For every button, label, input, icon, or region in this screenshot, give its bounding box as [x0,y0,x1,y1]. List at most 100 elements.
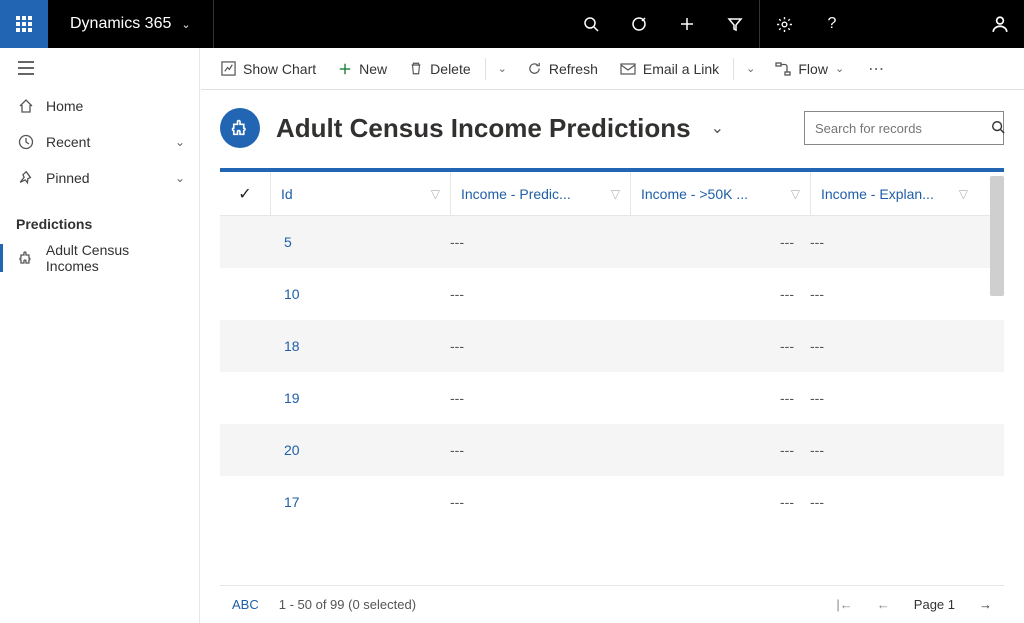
filter-button[interactable] [711,0,759,48]
nav-recent[interactable]: Recent ⌄ [0,124,199,160]
filter-icon[interactable]: ▽ [791,187,800,201]
table-row[interactable]: 17--------- [220,476,1004,528]
record-search[interactable] [804,111,1004,145]
column-header-gt50k[interactable]: Income - >50K ... ▽ [630,172,810,215]
cell-predict: --- [450,338,630,354]
app-name: Dynamics 365 [70,15,171,33]
prev-page-button[interactable]: ← [877,597,890,612]
table-row[interactable]: 19--------- [220,372,1004,424]
plus-icon [679,16,695,32]
chevron-down-icon: ⌄ [175,171,185,185]
puzzle-icon [230,118,250,138]
cell-id[interactable]: 5 [270,234,450,250]
global-top-bar: Dynamics 365 ⌄ ? [0,0,1024,48]
cell-predict: --- [450,286,630,302]
refresh-button[interactable]: Refresh [517,48,608,89]
cell-id[interactable]: 18 [270,338,450,354]
cell-predict: --- [450,390,630,406]
cell-predict: --- [450,442,630,458]
task-button[interactable] [615,0,663,48]
chevron-down-icon: ⌄ [835,62,844,75]
cell-id[interactable]: 10 [270,286,450,302]
main-content: Adult Census Income Predictions ⌄ ✓ Id ▽… [200,90,1024,623]
user-label-area [856,0,976,48]
select-all-checkbox[interactable]: ✓ [220,184,270,204]
record-summary: 1 - 50 of 99 (0 selected) [279,597,416,612]
email-link-button[interactable]: Email a Link [610,48,729,89]
nav-home[interactable]: Home [0,88,199,124]
chevron-down-icon: ⌄ [181,18,190,31]
help-button[interactable]: ? [808,0,856,48]
user-profile-button[interactable] [976,0,1024,48]
home-icon [18,98,34,114]
search-input[interactable] [815,121,991,136]
nav-pinned[interactable]: Pinned ⌄ [0,160,199,196]
nav-recent-label: Recent [46,134,90,150]
add-button[interactable] [663,0,711,48]
search-icon[interactable] [991,120,1005,137]
nav-home-label: Home [46,98,83,114]
chevron-down-icon: ⌄ [175,135,185,149]
table-row[interactable]: 20--------- [220,424,1004,476]
column-header-predict[interactable]: Income - Predic... ▽ [450,172,630,215]
cell-id[interactable]: 20 [270,442,450,458]
cell-gt50k: --- [630,390,810,406]
new-button[interactable]: New [328,48,397,89]
filter-icon[interactable]: ▽ [959,187,968,201]
chart-icon [221,61,236,76]
trash-icon [409,61,423,76]
next-page-button[interactable]: → [979,597,992,612]
nav-collapse-button[interactable] [0,48,199,88]
table-row[interactable]: 18--------- [220,320,1004,372]
plus-icon [338,62,352,76]
settings-button[interactable] [760,0,808,48]
left-nav: Home Recent ⌄ Pinned ⌄ Predictions Adult… [0,48,200,623]
pin-icon [18,170,34,186]
column-label: Income - Predic... [461,186,571,202]
cell-id[interactable]: 19 [270,390,450,406]
email-splitbutton-chevron[interactable]: ⌄ [738,62,763,75]
pager: |← ← Page 1 → [836,597,992,612]
refresh-icon [527,61,542,76]
first-page-button[interactable]: |← [836,597,852,612]
cell-explain: --- [810,494,978,510]
delete-button[interactable]: Delete [399,48,480,89]
flow-button[interactable]: Flow ⌄ [765,48,854,89]
question-icon: ? [828,15,837,33]
cell-id[interactable]: 17 [270,494,450,510]
cmd-label: Email a Link [643,61,719,77]
cell-explain: --- [810,390,978,406]
view-selector-button[interactable]: ⌄ [707,118,728,138]
cell-gt50k: --- [630,286,810,302]
brand-switcher[interactable]: Dynamics 365 ⌄ [48,0,214,48]
app-launcher-button[interactable] [0,0,48,48]
cell-explain: --- [810,442,978,458]
funnel-icon [727,16,743,32]
show-chart-button[interactable]: Show Chart [211,48,326,89]
filter-icon[interactable]: ▽ [611,187,620,201]
puzzle-icon [18,250,34,266]
entity-icon [220,108,260,148]
table-row[interactable]: 5--------- [220,216,1004,268]
column-label: Income - Explan... [821,186,934,202]
clock-icon [18,134,34,150]
separator [485,58,486,80]
filter-icon[interactable]: ▽ [431,187,440,201]
table-row[interactable]: 10--------- [220,268,1004,320]
page-indicator: Page 1 [914,597,955,612]
mail-icon [620,62,636,76]
column-label: Income - >50K ... [641,186,748,202]
delete-splitbutton-chevron[interactable]: ⌄ [490,62,515,75]
more-commands-button[interactable]: ⋯ [856,59,898,79]
cell-explain: --- [810,234,978,250]
column-label: Id [281,186,293,202]
alpha-filter-button[interactable]: ABC [232,597,259,612]
column-header-explain[interactable]: Income - Explan... ▽ [810,172,978,215]
nav-item-adult-census[interactable]: Adult Census Incomes [0,240,199,276]
column-header-id[interactable]: Id ▽ [270,172,450,215]
search-icon [583,16,599,32]
search-button[interactable] [567,0,615,48]
view-title: Adult Census Income Predictions [276,113,691,144]
nav-section-predictions: Predictions [0,196,199,240]
grid-body[interactable]: 5---------10---------18---------19------… [220,216,1004,585]
